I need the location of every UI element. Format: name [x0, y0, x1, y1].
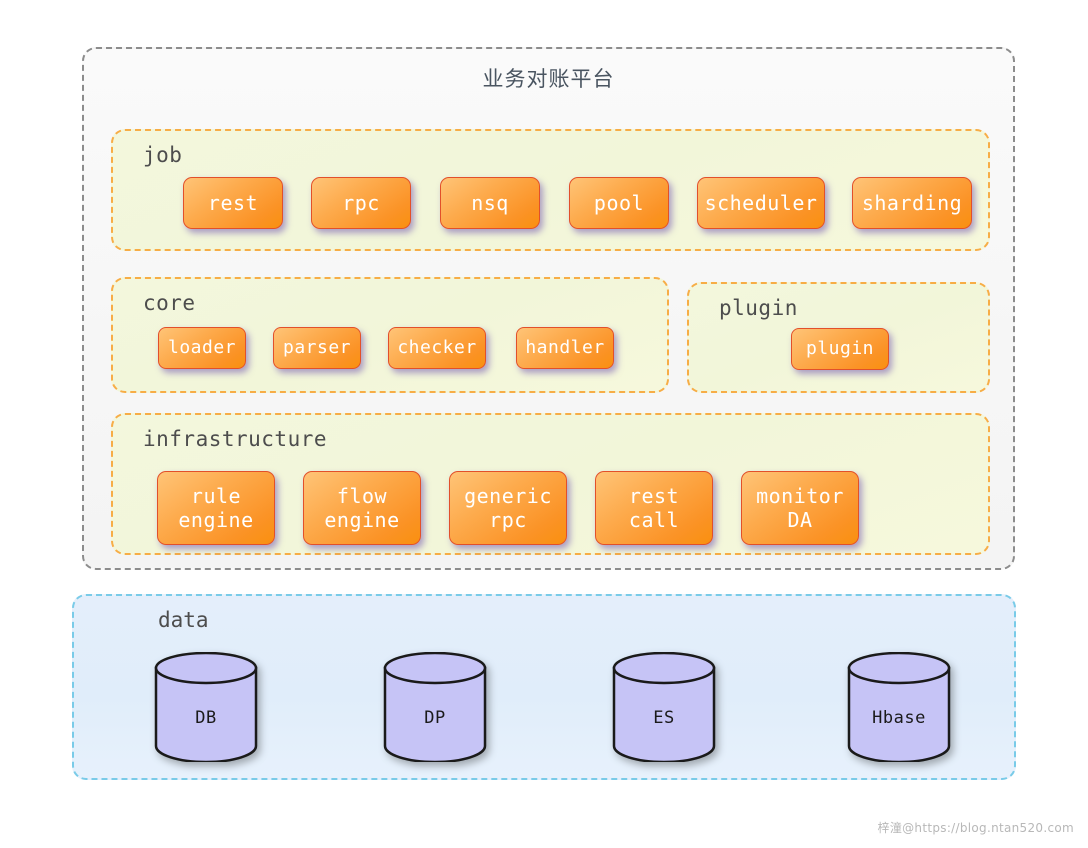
- core-item-handler[interactable]: handler: [516, 327, 614, 369]
- cylinder-icon: [383, 651, 487, 764]
- job-item-nsq[interactable]: nsq: [440, 177, 540, 229]
- page-title: 业务对账平台: [482, 67, 615, 91]
- group-panel-core: core loader parser checker handler: [111, 277, 669, 393]
- group-label-plugin: plugin: [719, 296, 798, 320]
- datastore-dp[interactable]: [383, 651, 487, 764]
- infra-item-flow-engine[interactable]: flow engine: [303, 471, 421, 545]
- job-item-pool[interactable]: pool: [569, 177, 669, 229]
- group-panel-job: job rest rpc nsq pool scheduler sharding: [111, 129, 990, 251]
- core-item-checker[interactable]: checker: [388, 327, 486, 369]
- group-panel-plugin: plugin plugin: [687, 282, 990, 393]
- infra-item-monitor-da[interactable]: monitor DA: [741, 471, 859, 545]
- datastore-db[interactable]: [154, 651, 258, 764]
- group-label-data: data: [158, 608, 209, 632]
- datastore-hbase[interactable]: [847, 651, 951, 764]
- infra-item-generic-rpc[interactable]: generic rpc: [449, 471, 567, 545]
- infra-item-rest-call[interactable]: rest call: [595, 471, 713, 545]
- cylinder-icon: [154, 651, 258, 764]
- job-item-rest[interactable]: rest: [183, 177, 283, 229]
- job-item-sharding[interactable]: sharding: [852, 177, 972, 229]
- group-label-infrastructure: infrastructure: [143, 427, 328, 451]
- job-item-scheduler[interactable]: scheduler: [697, 177, 825, 229]
- group-label-job: job: [143, 143, 183, 167]
- datastore-es[interactable]: [612, 651, 716, 764]
- plugin-item-plugin[interactable]: plugin: [791, 328, 889, 370]
- platform-container: 业务对账平台 job rest rpc nsq pool scheduler s…: [82, 47, 1015, 570]
- group-label-core: core: [143, 291, 196, 315]
- core-item-loader[interactable]: loader: [158, 327, 246, 369]
- cylinder-icon: [612, 651, 716, 764]
- data-layer-panel: data DB DP ES Hbase: [72, 594, 1016, 780]
- job-item-rpc[interactable]: rpc: [311, 177, 411, 229]
- cylinder-icon: [847, 651, 951, 764]
- infra-item-rule-engine[interactable]: rule engine: [157, 471, 275, 545]
- group-panel-infrastructure: infrastructure rule engine flow engine g…: [111, 413, 990, 555]
- core-item-parser[interactable]: parser: [273, 327, 361, 369]
- watermark: 梓潼@https://blog.ntan520.com: [877, 821, 1074, 835]
